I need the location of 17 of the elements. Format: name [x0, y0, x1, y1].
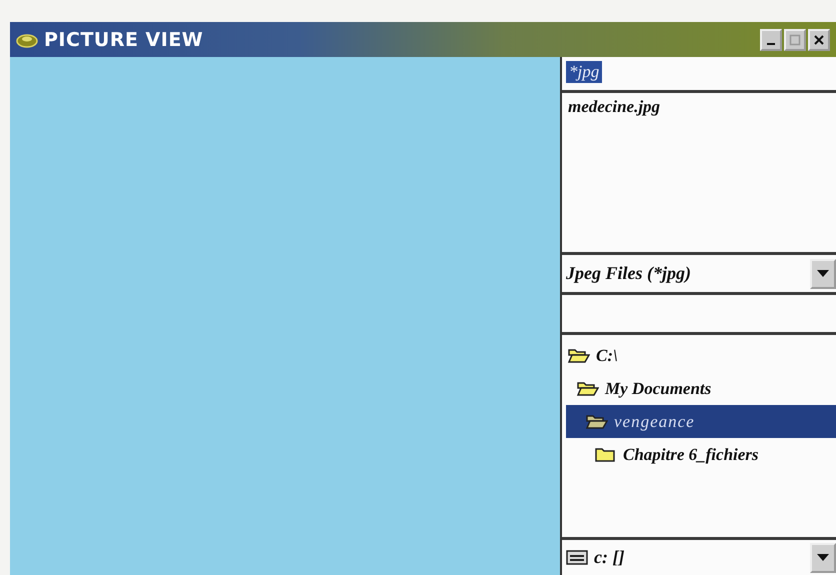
dropdown-button[interactable] — [810, 542, 836, 572]
folder-item[interactable]: My Documents — [566, 372, 836, 405]
drive-icon — [566, 550, 588, 565]
dropdown-button[interactable] — [810, 258, 836, 288]
maximize-icon — [789, 34, 801, 46]
folder-item[interactable]: C:\ — [566, 339, 836, 372]
window-title: PICTURE VIEW — [44, 28, 204, 50]
folder-item[interactable]: vengeance — [566, 405, 836, 438]
folder-item[interactable]: Chapitre 6_fichiers — [566, 438, 836, 471]
caret-icon — [817, 554, 829, 562]
close-icon — [813, 34, 825, 46]
caret-icon — [817, 270, 829, 278]
app-icon — [16, 32, 38, 48]
minimize-icon — [767, 42, 775, 44]
close-button[interactable] — [808, 28, 830, 50]
minimize-button[interactable] — [760, 28, 782, 50]
file-item[interactable]: medecine.jpg — [566, 97, 662, 117]
